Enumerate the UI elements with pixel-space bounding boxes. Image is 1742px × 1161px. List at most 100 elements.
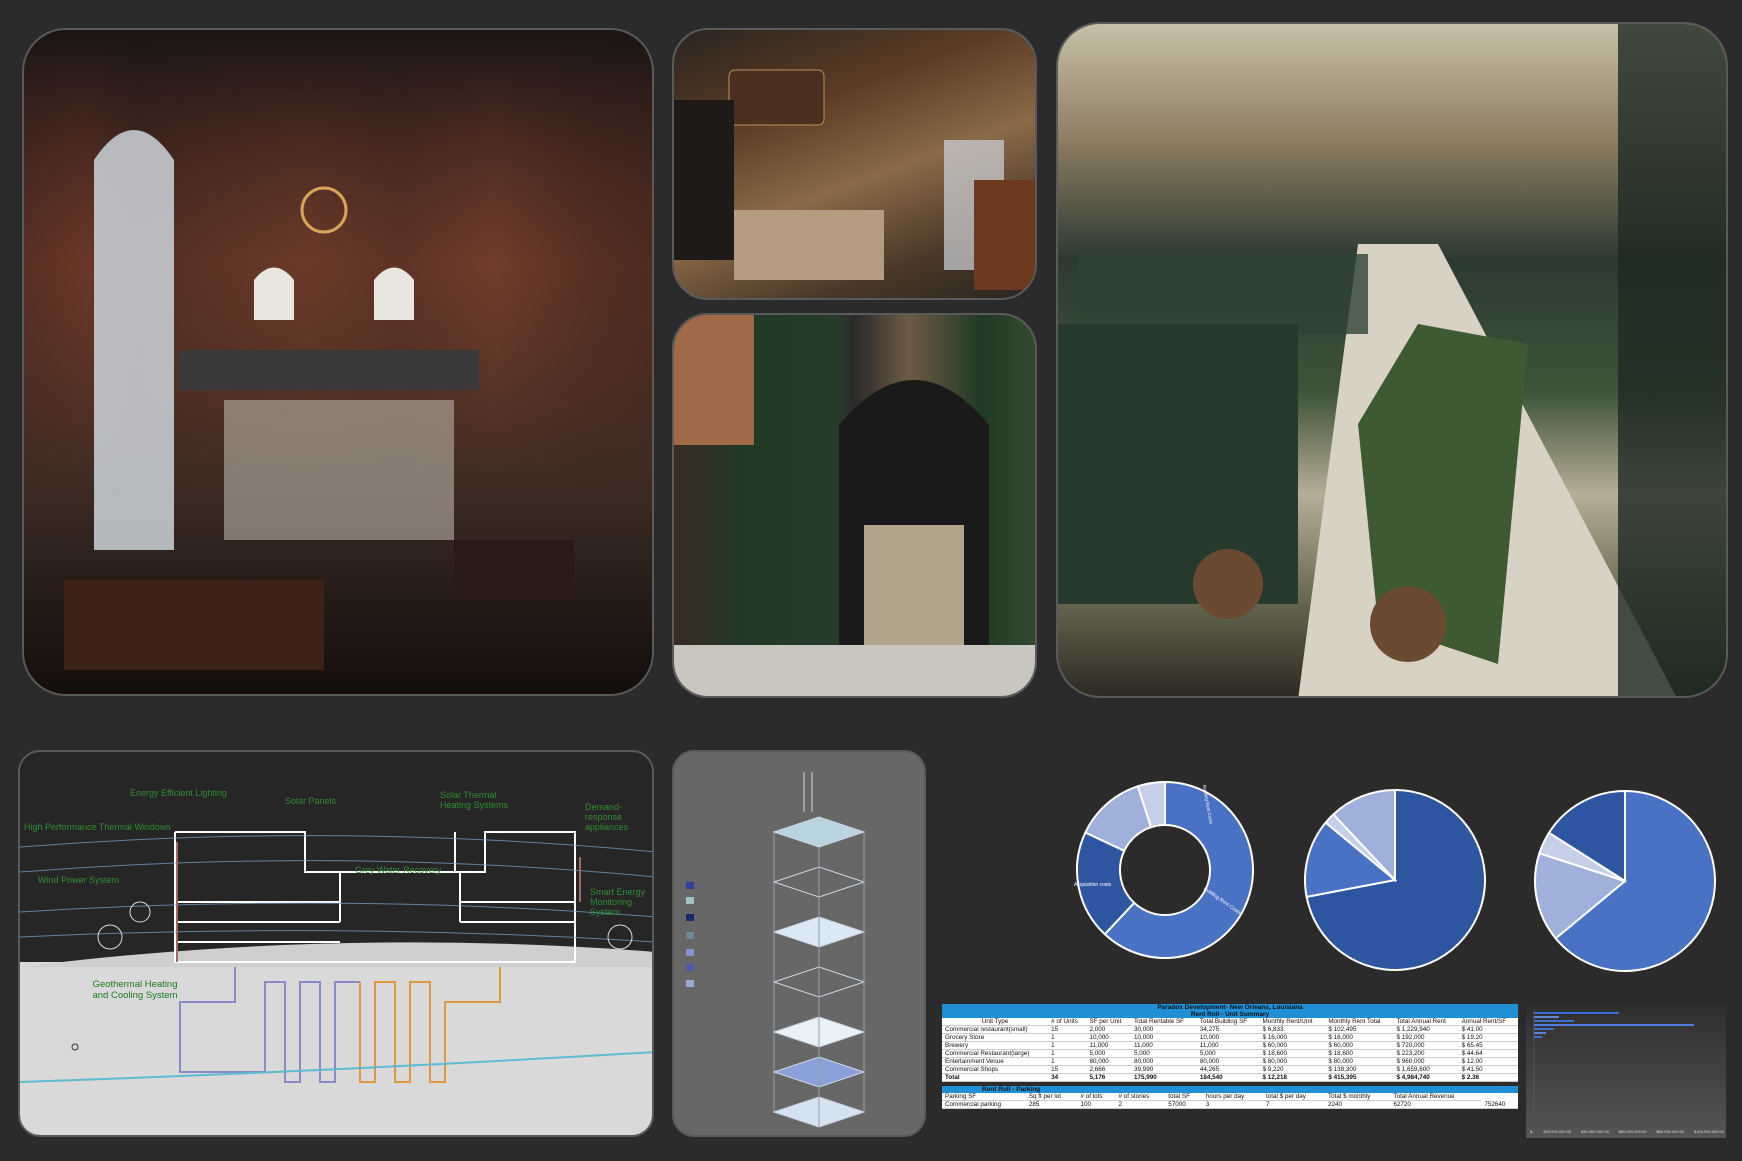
table-cell: Commercial restaurant(small) xyxy=(942,1025,1049,1034)
bar xyxy=(1534,1020,1574,1022)
tick-label: $20,000,000.00 xyxy=(1543,1129,1572,1134)
table-cell: $ 1,659,600 xyxy=(1393,1065,1459,1074)
table-cell: $ 18,600 xyxy=(1325,1049,1394,1058)
table-cell: 11,000 xyxy=(1196,1041,1260,1050)
table-cell: $ 60,000 xyxy=(1325,1041,1394,1050)
table-cell: $ 80,000 xyxy=(1325,1057,1394,1066)
col-header: Annual Rent/SF xyxy=(1458,1018,1518,1026)
pie-chart-2 xyxy=(1295,787,1495,977)
rent-roll-title: Paradox Development- New Orleans, Louisi… xyxy=(942,1004,1518,1011)
parking-header: Total Annual Revenue xyxy=(1390,1093,1482,1101)
table-cell: 5,000 xyxy=(1130,1049,1197,1058)
table-cell: $ 44.64 xyxy=(1458,1049,1518,1058)
total-cell: $ 415,395 xyxy=(1325,1073,1394,1082)
table-cell: $ 1,229,940 xyxy=(1393,1025,1459,1034)
parking-cell: 2 xyxy=(1115,1100,1166,1109)
market-hall-interior-render xyxy=(22,28,654,696)
tick-label: $- xyxy=(1530,1129,1534,1134)
section-drawing xyxy=(20,831,652,1135)
table-cell: 80,000 xyxy=(1086,1057,1131,1066)
table-cell: 15 xyxy=(1048,1065,1087,1074)
table-row: Commercial Shops 15 2,666 39,990 44,265 $ 9,2… xyxy=(942,1065,1518,1074)
table-cell: 30,000 xyxy=(1130,1025,1197,1034)
col-header: SF per Unit xyxy=(1086,1018,1131,1026)
cafe-illustration xyxy=(674,69,1035,290)
table-cell: 5,000 xyxy=(1086,1049,1131,1058)
table-cell: 2,000 xyxy=(1086,1025,1131,1034)
total-cell: $ 2.36 xyxy=(1458,1073,1518,1082)
table-cell: $ 6,833 xyxy=(1259,1025,1326,1034)
entry-illustration xyxy=(674,315,1035,696)
tick-label: $80,000,000.00 xyxy=(1656,1129,1685,1134)
label-geothermal: Geothermal Heating and Cooling System xyxy=(92,979,178,1001)
parking-cell: 100 xyxy=(1077,1100,1116,1109)
atrium-render xyxy=(1056,22,1728,698)
total-cell: 5,176 xyxy=(1086,1073,1131,1082)
tick-label: $40,000,000.00 xyxy=(1581,1129,1609,1134)
table-cell: 1 xyxy=(1048,1033,1087,1042)
rent-roll-subtitle: Rent Roll - Unit Summary xyxy=(942,1011,1518,1018)
market-hall-illustration xyxy=(24,30,652,694)
table-row: Commercial Restaurant(large) 1 5,000 5,000 5… xyxy=(942,1049,1518,1058)
parking-header: hours per day xyxy=(1202,1093,1263,1101)
col-header: # of Units xyxy=(1048,1018,1087,1026)
table-row: Grocery Store 1 10,000 10,000 10,000 $ 16,000… xyxy=(942,1033,1518,1042)
table-cell: 44,265 xyxy=(1196,1065,1260,1074)
total-cell: Total xyxy=(942,1073,1049,1082)
table-cell: $ 102,495 xyxy=(1325,1025,1394,1034)
table-cell: 1 xyxy=(1048,1041,1087,1050)
table-cell: $ 720,000 xyxy=(1393,1041,1459,1050)
label-solar-thermal: Solar Thermal Heating Systems xyxy=(440,790,509,810)
table-row: Brewery 1 11,000 11,000 11,000 $ 60,000 $ 60,0… xyxy=(942,1041,1518,1050)
table-cell: Entertainment Venue xyxy=(942,1057,1049,1066)
total-cell: 175,990 xyxy=(1130,1073,1197,1082)
axonometric-drawing xyxy=(686,772,866,1128)
table-cell: Commercial Restaurant(large) xyxy=(942,1049,1049,1058)
bar xyxy=(1534,1024,1694,1026)
table-cell: $ 16,000 xyxy=(1325,1033,1394,1042)
donut-label-acquisition: Acquisition costs xyxy=(1074,882,1112,888)
label-energy-efficient-lighting: Energy Efficient Lighting xyxy=(130,788,227,798)
parking-header: Total $ monthly xyxy=(1325,1093,1391,1101)
atrium-illustration xyxy=(1058,24,1726,696)
parking-title: Rent Roll - Parking xyxy=(942,1086,1518,1093)
parking-cell: Commercial parking xyxy=(942,1100,1026,1109)
parking-header: total SF xyxy=(1165,1093,1203,1101)
table-cell: Brewery xyxy=(942,1041,1049,1050)
pie-chart-3-svg xyxy=(1534,789,1716,972)
table-cell: $ 41.00 xyxy=(1458,1025,1518,1034)
sustainability-section-diagram: Energy Efficient Lighting Solar Panels S… xyxy=(18,750,654,1137)
table-cell: 15 xyxy=(1048,1025,1087,1034)
donut-chart-svg xyxy=(1076,780,1254,959)
table-cell: $ 80,000 xyxy=(1259,1057,1326,1066)
bar xyxy=(1534,1028,1554,1030)
table-cell: 10,000 xyxy=(1196,1033,1260,1042)
total-cell: $ 12,218 xyxy=(1259,1073,1326,1082)
bar xyxy=(1534,1036,1542,1038)
pie-chart-3 xyxy=(1525,788,1725,978)
bar-chart-svg xyxy=(1533,1009,1694,1114)
table-cell: $ 41.50 xyxy=(1458,1065,1518,1074)
tick-label: $100,000,000.00 xyxy=(1693,1129,1724,1134)
table-cell: Commercial Shops xyxy=(942,1065,1049,1074)
col-header: Total Building SF xyxy=(1196,1018,1260,1026)
table-cell: 39,990 xyxy=(1130,1065,1197,1074)
label-smart-monitoring: Smart Energy Monitoring System xyxy=(590,887,646,917)
donut-chart: Acquisition costs Building Rent Costs Bu… xyxy=(1060,780,1270,960)
label-demand-response: Demand-response appliances xyxy=(585,802,629,832)
col-header: Total Rentable SF xyxy=(1130,1018,1197,1026)
table-cell: 1 xyxy=(1048,1057,1087,1066)
parking-cell: 752640 xyxy=(1481,1100,1518,1109)
parking-cell: 62720 xyxy=(1390,1100,1482,1109)
table-cell: $ 65.45 xyxy=(1458,1041,1518,1050)
label-solar-panels: Solar Panels xyxy=(285,796,337,806)
table-cell: 80,000 xyxy=(1130,1057,1197,1066)
label-grey-water: Grey Water Recovery xyxy=(355,865,442,875)
revenue-bar-chart: $- $20,000,000.00 $40,000,000.00 $60,000… xyxy=(1526,1004,1726,1138)
parking-header: Sq ft per lot xyxy=(1025,1093,1078,1101)
tick-label: $60,000,000.00 xyxy=(1618,1129,1647,1134)
table-cell: $ 223,200 xyxy=(1393,1049,1459,1058)
table-cell: 5,000 xyxy=(1196,1049,1260,1058)
table-row: Commercial restaurant(small) 15 2,000 30,00… xyxy=(942,1025,1518,1034)
total-cell: 184,540 xyxy=(1196,1073,1260,1082)
